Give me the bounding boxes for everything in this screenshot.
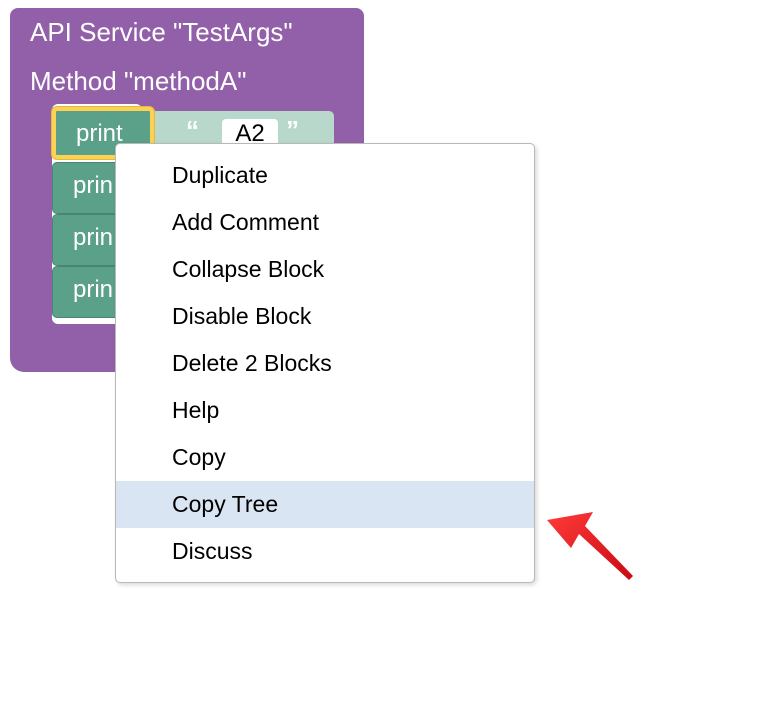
method-title: Method "methodA": [30, 66, 247, 96]
print-block-label: prin: [73, 276, 114, 303]
menu-item-help[interactable]: Help: [116, 387, 534, 434]
print-block-label: prin: [73, 224, 114, 251]
menu-item-copy[interactable]: Copy: [116, 434, 534, 481]
menu-item-delete-blocks[interactable]: Delete 2 Blocks: [116, 340, 534, 387]
red-arrow-icon: [547, 512, 633, 580]
open-quote-icon: “: [186, 115, 199, 145]
menu-item-copy-tree[interactable]: Copy Tree: [116, 481, 534, 528]
menu-item-collapse-block[interactable]: Collapse Block: [116, 246, 534, 293]
menu-item-duplicate[interactable]: Duplicate: [116, 152, 534, 199]
close-quote-icon: ”: [286, 115, 299, 145]
blockly-workspace[interactable]: API Service "TestArgs" Method "methodA" …: [0, 0, 766, 707]
context-menu: Duplicate Add Comment Collapse Block Dis…: [115, 143, 535, 583]
menu-item-disable-block[interactable]: Disable Block: [116, 293, 534, 340]
menu-item-discuss[interactable]: Discuss: [116, 528, 534, 575]
menu-item-add-comment[interactable]: Add Comment: [116, 199, 534, 246]
service-title: API Service "TestArgs": [30, 17, 293, 47]
print-block-label: prin: [73, 172, 114, 199]
